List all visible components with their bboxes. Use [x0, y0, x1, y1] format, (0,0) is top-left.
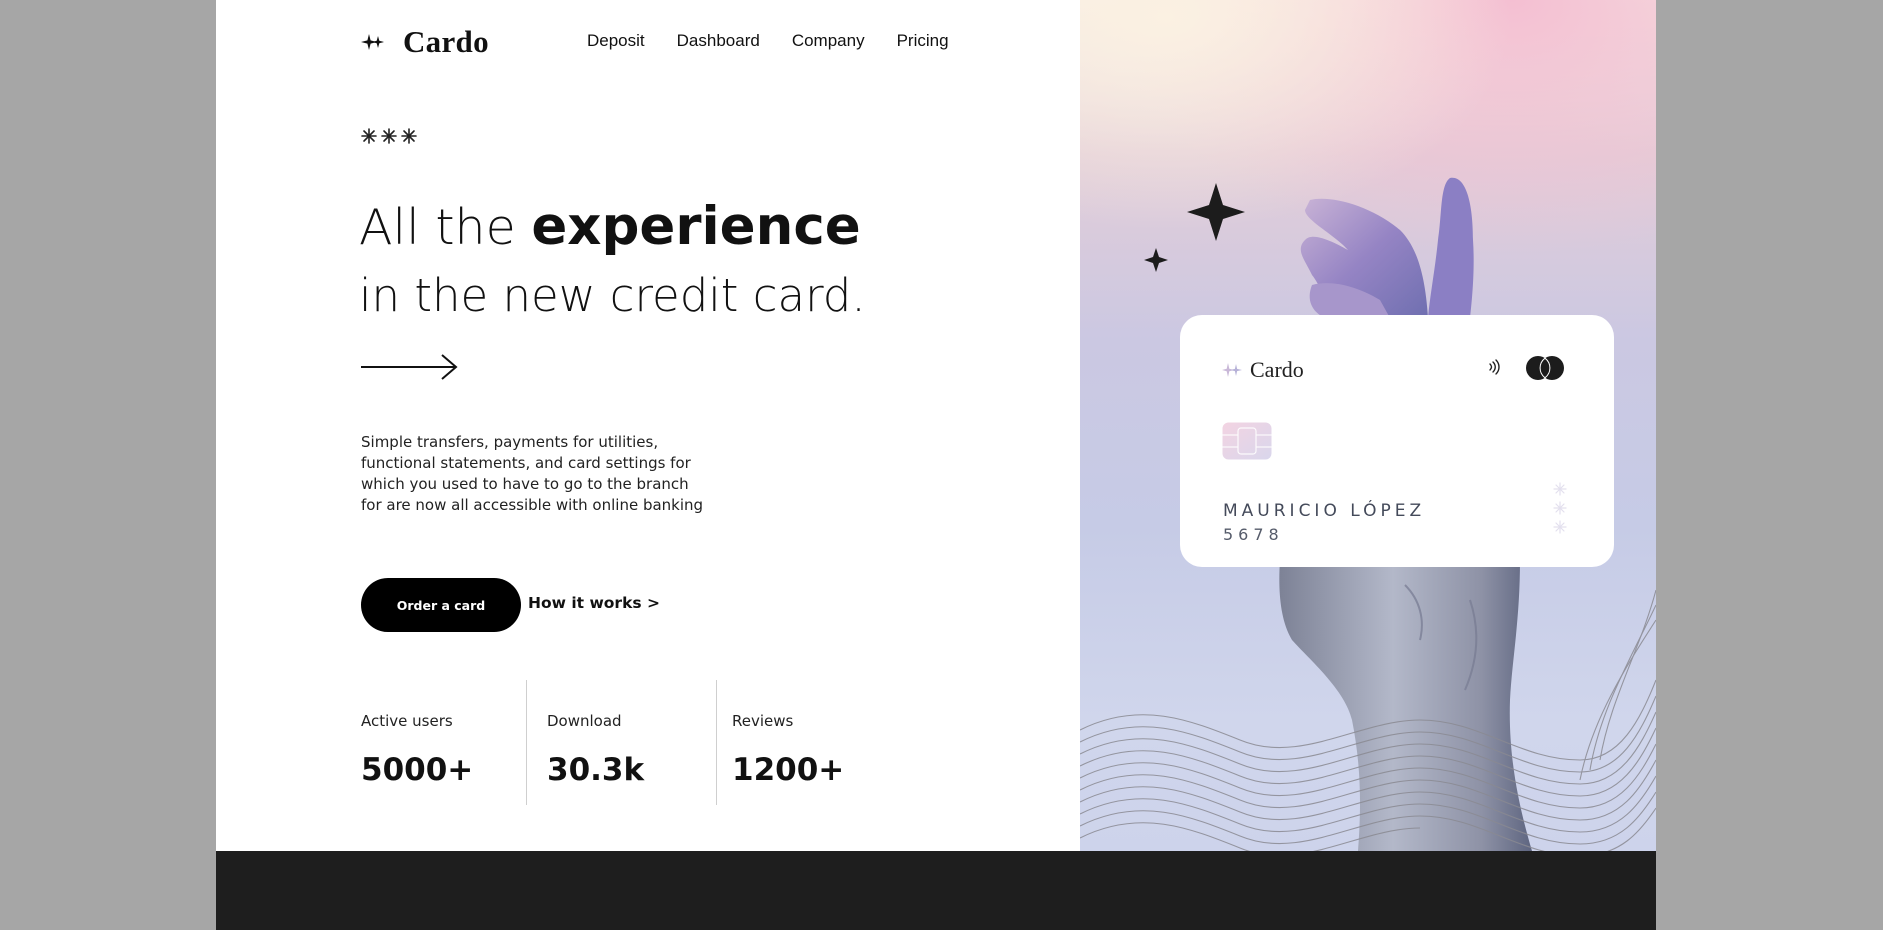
logo[interactable]: Cardo — [361, 24, 489, 60]
headline-line2: in the new credit card. — [359, 269, 866, 322]
nav-pricing[interactable]: Pricing — [897, 31, 949, 51]
footer-band — [216, 851, 1656, 930]
logo-text: Cardo — [403, 24, 489, 59]
credit-card: Cardo MAURICIO LÓPEZ 5678 — [1180, 315, 1614, 567]
nav-dashboard[interactable]: Dashboard — [677, 31, 760, 51]
nav-deposit[interactable]: Deposit — [587, 31, 645, 51]
order-card-button[interactable]: Order a card — [361, 578, 521, 632]
card-holder-name: MAURICIO LÓPEZ — [1223, 501, 1426, 521]
mastercard-icon — [1526, 356, 1564, 380]
sparkle-icon — [361, 34, 384, 50]
stat-label: Download — [547, 712, 622, 730]
nav-company[interactable]: Company — [792, 31, 865, 51]
headline-bold: experience — [531, 196, 861, 257]
arrow-right-icon[interactable] — [360, 352, 460, 382]
asterisk-icons — [1553, 482, 1567, 534]
stat-divider — [716, 680, 717, 805]
hero-headline: All the experience in the new credit car… — [359, 195, 866, 332]
sparkle-icon — [1222, 363, 1242, 377]
stat-label: Active users — [361, 712, 453, 730]
stat-divider — [526, 680, 527, 805]
stat-value: 5000+ — [361, 752, 474, 788]
hero-visual: Cardo MAURICIO LÓPEZ 5678 — [1080, 0, 1656, 851]
hero-description: Simple transfers, payments for utilities… — [361, 433, 704, 514]
main-nav: Deposit Dashboard Company Pricing — [587, 31, 981, 51]
page: Cardo Deposit Dashboard Company Pricing … — [216, 0, 1656, 930]
stat-value: 30.3k — [547, 752, 645, 788]
how-it-works-link[interactable]: How it works > — [528, 594, 660, 612]
asterisk-icon — [401, 128, 417, 144]
chip-icon — [1222, 422, 1272, 460]
asterisk-icon — [381, 128, 397, 144]
stat-label: Reviews — [732, 712, 794, 730]
headline-light: All the — [359, 199, 532, 256]
asterisk-icon — [361, 128, 377, 144]
card-number: 5678 — [1223, 525, 1284, 544]
card-brand: Cardo — [1250, 357, 1304, 382]
sparkle-large — [1187, 183, 1245, 241]
asterisk-icons — [360, 127, 420, 145]
card-logo: Cardo — [1222, 357, 1304, 383]
contactless-icon — [1489, 359, 1500, 375]
sparkle-small — [1144, 248, 1168, 272]
stat-value: 1200+ — [732, 752, 845, 788]
